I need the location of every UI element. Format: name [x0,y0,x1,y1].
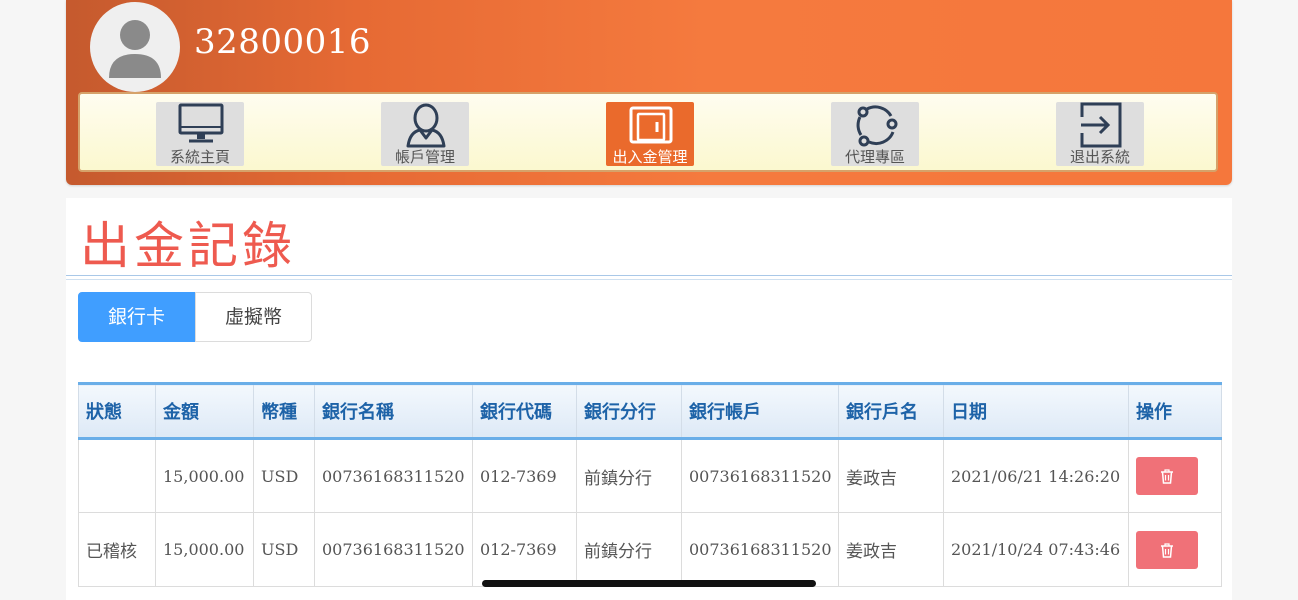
title-divider [66,279,1232,280]
main-content: 出金記錄 銀行卡 虛擬幣 狀態 金額 幣種 銀行名稱 銀行代碼 銀行分行 銀行帳… [66,198,1232,600]
cell-account: 00736168311520 [681,512,839,587]
nav-item-agent[interactable]: 代理專區 [831,102,919,166]
nav-label: 帳戶管理 [394,148,455,166]
nav-item-home[interactable]: 系統主頁 [156,102,244,166]
column-header-date[interactable]: 日期 [943,382,1129,440]
user-icon [406,103,446,148]
nav-item-account[interactable]: 帳戶管理 [381,102,469,166]
column-header-holder[interactable]: 銀行戶名 [838,382,944,440]
table-header-row: 狀態 金額 幣種 銀行名稱 銀行代碼 銀行分行 銀行帳戶 銀行戶名 日期 操作 [78,382,1222,440]
cell-account: 00736168311520 [681,438,839,513]
trash-icon [1161,542,1173,558]
cell-branch: 前鎮分行 [576,438,682,513]
cell-bank-name: 00736168311520 [314,438,473,513]
cell-amount: 15,000.00 [155,512,254,587]
cell-actions [1128,512,1222,587]
logout-icon [1080,102,1122,148]
home-indicator[interactable] [482,580,816,587]
cell-holder: 姜政吉 [838,512,944,587]
column-header-bank-code[interactable]: 銀行代碼 [472,382,577,440]
column-header-status[interactable]: 狀態 [78,382,156,440]
nav-label: 代理專區 [844,148,905,166]
column-header-currency[interactable]: 幣種 [253,382,315,440]
column-header-account[interactable]: 銀行帳戶 [681,382,839,440]
main-nav: 系統主頁 帳戶管理 出入金管理 代理專區 退出系統 [78,92,1218,172]
cell-date: 2021/06/21 14:26:20 [943,438,1129,513]
cell-holder: 姜政吉 [838,438,944,513]
cell-amount: 15,000.00 [155,438,254,513]
cell-actions [1128,438,1222,513]
app-header: 32800016 系統主頁 帳戶管理 出入金管理 代理專區 退出系統 [66,0,1232,185]
cell-status [78,438,156,513]
cell-branch: 前鎮分行 [576,512,682,587]
nav-label: 退出系統 [1069,148,1130,166]
wallet-icon [629,106,673,144]
delete-button[interactable] [1136,457,1198,495]
column-header-bank-name[interactable]: 銀行名稱 [314,382,473,440]
cell-date: 2021/10/24 07:43:46 [943,512,1129,587]
nav-label: 出入金管理 [612,148,688,166]
delete-button[interactable] [1136,530,1198,569]
cell-bank-code: 012-7369 [472,438,577,513]
user-avatar-icon [109,20,161,78]
cell-bank-code: 012-7369 [472,512,577,587]
cell-currency: USD [253,512,315,587]
nav-item-logout[interactable]: 退出系統 [1056,102,1144,166]
share-icon [856,105,898,147]
table-row: 已稽核 15,000.00 USD 00736168311520 012-736… [78,512,1222,587]
nav-label: 系統主頁 [169,148,230,166]
title-divider [66,275,1232,276]
tab-virtual-currency[interactable]: 虛擬幣 [195,292,312,342]
table-row: 15,000.00 USD 00736168311520 012-7369 前鎮… [78,438,1222,513]
tab-bank-card[interactable]: 銀行卡 [78,292,195,342]
withdrawal-records-table: 狀態 金額 幣種 銀行名稱 銀行代碼 銀行分行 銀行帳戶 銀行戶名 日期 操作 … [78,382,1222,587]
cell-status: 已稽核 [78,512,156,587]
column-header-actions: 操作 [1128,382,1222,440]
cell-currency: USD [253,438,315,513]
page-title: 出金記錄 [80,217,296,275]
trash-icon [1161,469,1173,484]
nav-item-funds[interactable]: 出入金管理 [606,102,694,166]
column-header-branch[interactable]: 銀行分行 [576,382,682,440]
cell-bank-name: 00736168311520 [314,512,473,587]
column-header-amount[interactable]: 金額 [155,382,254,440]
username: 32800016 [194,22,372,62]
avatar[interactable] [90,2,180,92]
monitor-icon [178,103,224,143]
